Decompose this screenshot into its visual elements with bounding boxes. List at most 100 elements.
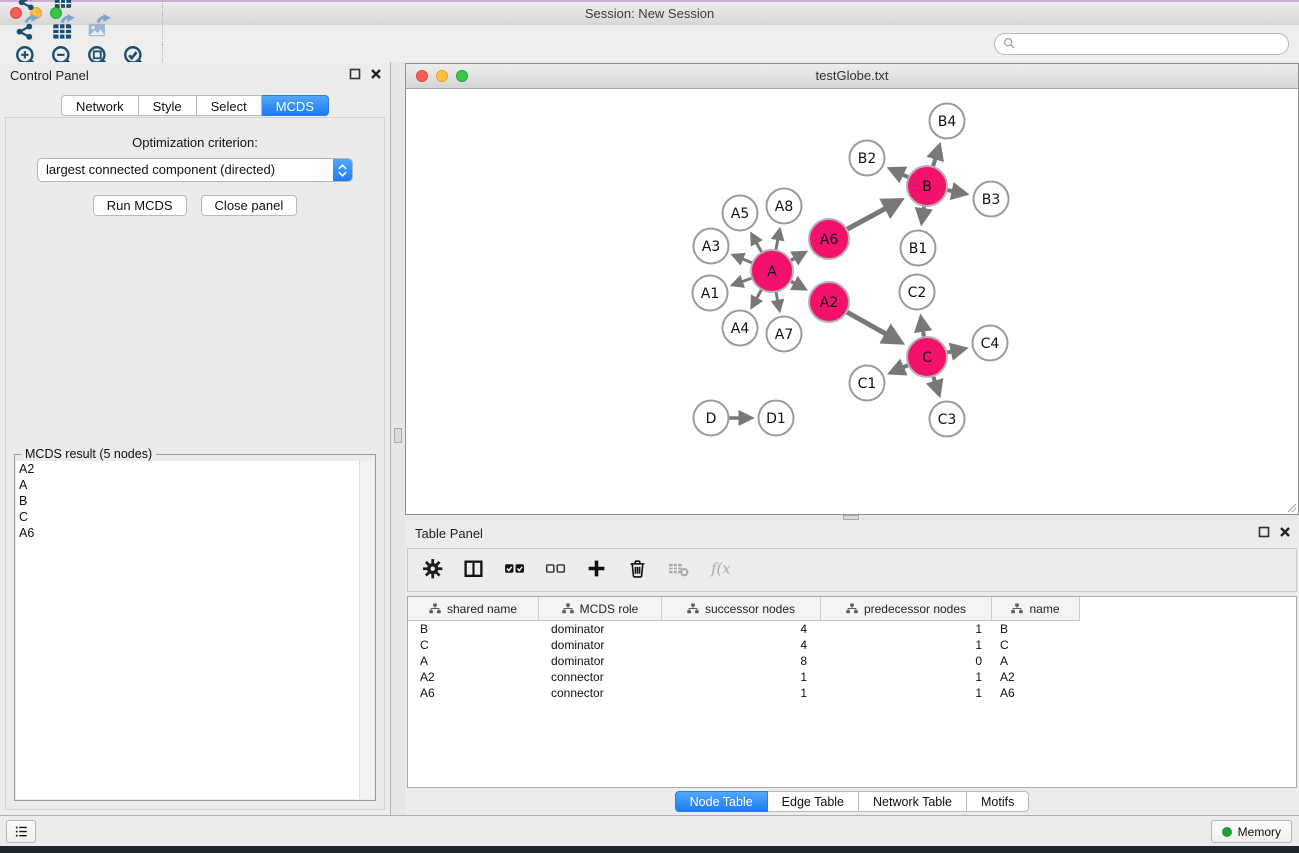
node-C4[interactable]: C4 [973, 326, 1008, 361]
node-B2[interactable]: B2 [850, 141, 885, 176]
table-row[interactable]: Cdominator41C [408, 637, 1296, 653]
network-canvas[interactable]: A A1 A2 A3 A4 A5 A6 A7 A8 B B1 B2 B3 B4 C C1 C2 C3 C4 D D1 [406, 89, 1298, 514]
node-A1[interactable]: A1 [693, 276, 728, 311]
node-A6[interactable]: A6 [809, 219, 849, 259]
criterion-dropdown[interactable]: largest connected component (directed) [37, 158, 353, 182]
node-A8[interactable]: A8 [767, 189, 802, 224]
node-A2[interactable]: A2 [809, 282, 849, 322]
split-panel-button[interactable] [461, 558, 485, 582]
table-cell: A6 [408, 685, 539, 701]
node-A4[interactable]: A4 [723, 311, 758, 346]
export-network-button[interactable] [9, 14, 45, 44]
close-table-panel-icon[interactable] [1279, 526, 1291, 538]
result-list-item[interactable]: B [16, 493, 360, 509]
table-cell: 4 [662, 637, 821, 653]
result-list-item[interactable]: A2 [16, 461, 360, 477]
svg-text:A6: A6 [820, 232, 839, 248]
column-header-MCDS-role[interactable]: MCDS role [539, 597, 662, 620]
close-panel-button[interactable]: Close panel [201, 195, 298, 216]
table-row[interactable]: Bdominator41B [408, 621, 1296, 637]
svg-text:B3: B3 [982, 192, 1001, 208]
add-column-button[interactable] [584, 558, 608, 582]
memory-button[interactable]: Memory [1211, 820, 1292, 843]
delete-column-button[interactable] [625, 558, 649, 582]
float-table-panel-icon[interactable] [1258, 526, 1270, 538]
table-settings-button[interactable] [420, 558, 444, 582]
tab-mcds[interactable]: MCDS [262, 95, 329, 116]
network-graph: A A1 A2 A3 A4 A5 A6 A7 A8 B B1 B2 B3 B4 C C1 C2 C3 C4 D D1 [406, 89, 1298, 514]
delete-table-icon [668, 558, 689, 582]
function-builder-button[interactable]: f(x) [707, 558, 731, 582]
export-table-button[interactable] [45, 14, 81, 44]
node-B[interactable]: B [907, 166, 947, 206]
float-panel-icon[interactable] [349, 68, 361, 80]
result-scrollbar[interactable] [359, 461, 374, 799]
node-B4[interactable]: B4 [930, 104, 965, 139]
result-list-item[interactable]: A [16, 477, 360, 493]
close-panel-icon[interactable] [370, 68, 382, 80]
control-panel-tabs: NetworkStyleSelectMCDS [0, 95, 390, 116]
select-all-icon [504, 558, 525, 582]
search-field[interactable] [994, 33, 1289, 55]
select-all-button[interactable] [502, 558, 526, 582]
run-mcds-button[interactable]: Run MCDS [93, 195, 187, 216]
table-row[interactable]: A6connector11A6 [408, 685, 1296, 701]
node-B3[interactable]: B3 [974, 182, 1009, 217]
node-C1[interactable]: C1 [850, 366, 885, 401]
node-D[interactable]: D [694, 401, 729, 436]
hierarchy-icon [687, 603, 699, 614]
node-A7[interactable]: A7 [767, 317, 802, 352]
tab-node-table[interactable]: Node Table [675, 791, 768, 812]
column-header-successor-nodes[interactable]: successor nodes [662, 597, 821, 620]
table-row[interactable]: Adominator80A [408, 653, 1296, 669]
result-list-item[interactable]: C [16, 509, 360, 525]
node-C3[interactable]: C3 [930, 402, 965, 437]
column-header-predecessor-nodes[interactable]: predecessor nodes [821, 597, 992, 620]
table-cell: 0 [821, 653, 992, 669]
delete-table-button[interactable] [666, 558, 690, 582]
svg-text:A8: A8 [775, 199, 793, 215]
node-C2[interactable]: C2 [900, 275, 935, 310]
mcds-result-list[interactable]: A2ABCA6 [16, 461, 360, 799]
hierarchy-icon [429, 603, 441, 614]
resize-grip-icon[interactable] [1285, 501, 1297, 513]
table-row[interactable]: A2connector11A2 [408, 669, 1296, 685]
tab-network-table[interactable]: Network Table [859, 791, 967, 812]
task-history-button[interactable] [6, 820, 36, 843]
tab-network[interactable]: Network [61, 95, 139, 116]
status-bar: Memory [0, 815, 1299, 846]
table-cell: C [408, 637, 539, 653]
criterion-value: largest connected component (directed) [38, 159, 333, 181]
table-cell: 1 [821, 685, 992, 701]
table-cell: B [992, 621, 1080, 637]
column-header-shared-name[interactable]: shared name [408, 597, 539, 620]
svg-text:C2: C2 [908, 285, 927, 301]
node-D1[interactable]: D1 [759, 401, 794, 436]
unselect-all-button[interactable] [543, 558, 567, 582]
tab-edge-table[interactable]: Edge Table [768, 791, 859, 812]
node-A[interactable]: A [751, 250, 793, 292]
tab-motifs[interactable]: Motifs [967, 791, 1029, 812]
search-input[interactable] [1021, 36, 1280, 52]
network-window-title: testGlobe.txt [406, 68, 1298, 83]
table-cell: A6 [992, 685, 1080, 701]
export-image-button[interactable] [81, 14, 117, 44]
vertical-divider-handle[interactable] [394, 428, 402, 443]
node-table[interactable]: shared nameMCDS rolesuccessor nodesprede… [407, 596, 1297, 788]
column-header-name[interactable]: name [992, 597, 1080, 620]
table-cell: 1 [821, 637, 992, 653]
table-cell: 1 [821, 621, 992, 637]
node-A5[interactable]: A5 [723, 196, 758, 231]
delete-column-icon [627, 558, 648, 582]
tab-select[interactable]: Select [197, 95, 262, 116]
node-A3[interactable]: A3 [694, 229, 729, 264]
node-B1[interactable]: B1 [901, 231, 936, 266]
import-table-button[interactable] [45, 0, 81, 14]
svg-text:A2: A2 [820, 295, 838, 311]
tab-style[interactable]: Style [139, 95, 197, 116]
table-cell: 8 [662, 653, 821, 669]
result-list-item[interactable]: A6 [16, 525, 360, 541]
svg-text:f(x): f(x) [710, 561, 730, 578]
import-network-button[interactable] [9, 0, 45, 14]
node-C[interactable]: C [907, 337, 947, 377]
